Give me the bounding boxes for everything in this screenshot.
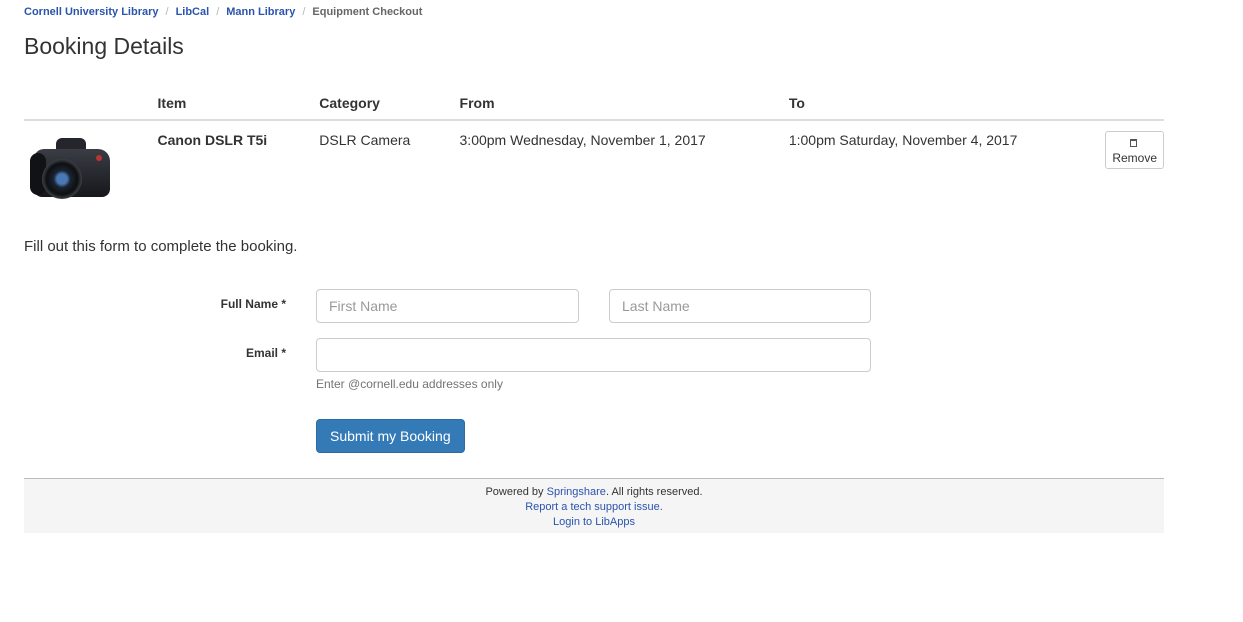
- form-instructions: Fill out this form to complete the booki…: [24, 238, 298, 255]
- breadcrumb: Cornell University Library / LibCal / Mann L…: [24, 6, 422, 18]
- page-title: Booking Details: [24, 33, 184, 59]
- breadcrumb-current: Equipment Checkout: [312, 6, 423, 18]
- powered-by-prefix: Powered by: [485, 486, 547, 498]
- table-header-row: Item Category From To: [24, 86, 1164, 121]
- rights-text: . All rights reserved.: [605, 486, 703, 498]
- breadcrumb-separator: /: [165, 6, 169, 18]
- last-name-input[interactable]: [609, 289, 871, 323]
- booking-table: Item Category From To Canon DSLR T5i DSL…: [24, 86, 1164, 223]
- remove-button[interactable]: Remove: [1105, 131, 1164, 169]
- breadcrumb-separator: /: [216, 6, 220, 18]
- item-image-cell: [24, 120, 158, 223]
- header-image: [24, 86, 158, 121]
- libapps-login-link[interactable]: Login to LibApps: [553, 516, 635, 528]
- header-from: From: [459, 86, 789, 121]
- tech-support-link[interactable]: Report a tech support issue.: [525, 501, 663, 513]
- powered-by-line: Powered by Springshare. All rights reser…: [24, 485, 1164, 500]
- actions-cell: Remove: [1097, 120, 1164, 223]
- breadcrumb-libcal[interactable]: LibCal: [176, 6, 210, 18]
- header-category: Category: [319, 86, 460, 121]
- first-name-input[interactable]: [316, 289, 579, 323]
- table-row: Canon DSLR T5i DSLR Camera 3:00pm Wednes…: [24, 120, 1164, 223]
- breadcrumb-mann-library[interactable]: Mann Library: [226, 6, 295, 18]
- item-category: DSLR Camera: [319, 132, 411, 148]
- trash-icon: [1129, 139, 1137, 147]
- item-name: Canon DSLR T5i: [157, 132, 268, 148]
- booking-to: 1:00pm Saturday, November 4, 2017: [788, 132, 1018, 148]
- submit-booking-button[interactable]: Submit my Booking: [316, 419, 465, 453]
- springshare-link[interactable]: Springshare: [547, 486, 606, 498]
- breadcrumb-cornell-university-library[interactable]: Cornell University Library: [24, 6, 159, 18]
- header-to: To: [788, 86, 1098, 121]
- email-input[interactable]: [316, 338, 871, 372]
- camera-image: [30, 133, 114, 205]
- from-cell: 3:00pm Wednesday, November 1, 2017: [460, 120, 789, 223]
- header-item: Item: [157, 86, 320, 121]
- footer: Powered by Springshare. All rights reser…: [24, 478, 1164, 533]
- to-cell: 1:00pm Saturday, November 4, 2017: [789, 120, 1097, 223]
- booking-from: 3:00pm Wednesday, November 1, 2017: [459, 132, 706, 148]
- category-cell: DSLR Camera: [319, 120, 459, 223]
- breadcrumb-separator: /: [302, 6, 306, 18]
- remove-label: Remove: [1112, 151, 1157, 165]
- item-cell: Canon DSLR T5i: [158, 120, 320, 223]
- header-actions: [1097, 86, 1164, 121]
- email-help-text: Enter @cornell.edu addresses only: [316, 377, 503, 391]
- email-label: Email *: [245, 346, 286, 360]
- full-name-label: Full Name *: [220, 297, 286, 311]
